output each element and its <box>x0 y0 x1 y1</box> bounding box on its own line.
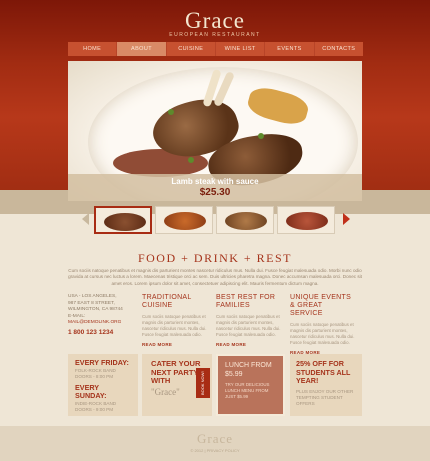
feature-text: Cum sociis natoque penatibus et magnis d… <box>290 322 355 345</box>
thumbnail[interactable] <box>94 206 152 234</box>
feature-title: UNIQUE EVENTS & GREAT SERVICE <box>290 294 352 317</box>
caption-title: Lamb steak with sauce <box>171 177 259 186</box>
phone-number: 1 800 123 1234 <box>68 328 114 336</box>
thumbnail[interactable] <box>155 206 213 234</box>
book-now-badge[interactable]: BOOK NOW! <box>196 368 210 398</box>
read-more-link[interactable]: READ MORE <box>216 342 282 347</box>
feature-title: BEST REST FOR FAMILIES <box>216 294 276 309</box>
hero-caption: Lamb steak with sauce $25.30 <box>68 174 362 201</box>
herb <box>168 109 174 115</box>
feature-title: TRADITIONAL CUISINE <box>142 294 192 309</box>
email-link[interactable]: MAIL@DEMOLINK.ORG <box>68 320 134 327</box>
logo-subtitle: EUROPEAN RESTAURANT <box>169 32 261 38</box>
nav-cuisine[interactable]: CUISINE <box>167 42 216 56</box>
sunday-title: EVERY SUNDAY: <box>75 382 107 400</box>
intro-text: Cum sociis natoque penatibus et magnis d… <box>68 268 362 286</box>
logo[interactable]: Grace <box>0 8 430 34</box>
thumbnail-food <box>225 212 267 230</box>
feature-traditional-cuisine: TRADITIONAL CUISINE Cum sociis natoque p… <box>142 294 208 347</box>
lunch-promo[interactable]: LUNCH FROM $5.99 TRY OUR DELICIOUS LUNCH… <box>216 354 285 416</box>
nav-about[interactable]: ABOUT <box>117 42 167 56</box>
thumbnail[interactable] <box>216 206 274 234</box>
students-title: 25% OFF FOR STUDENTS ALL YEAR! <box>296 359 351 385</box>
nav-wine-list[interactable]: WINE LIST <box>216 42 266 56</box>
prev-arrow-icon[interactable] <box>82 213 89 225</box>
tagline: FOOD + DRINK + REST <box>137 251 293 265</box>
footer-copyright[interactable]: © 2012 | PRIVACY POLICY <box>0 448 430 453</box>
feature-text: Cum sociis natoque penatibus et magnis d… <box>216 314 281 337</box>
friday-title: EVERY FRIDAY: <box>75 358 129 367</box>
next-arrow-icon[interactable] <box>343 213 350 225</box>
read-more-link[interactable]: READ MORE <box>142 342 208 347</box>
herb <box>188 157 194 163</box>
lunch-title: LUNCH FROM $5.99 <box>225 362 272 378</box>
sunday-time: DOORS - 9:00 PM <box>75 406 114 412</box>
nav-home[interactable]: HOME <box>68 42 118 56</box>
students-promo[interactable]: 25% OFF FOR STUDENTS ALL YEAR! PLUS ENJO… <box>290 354 362 416</box>
thumbnail-food <box>286 212 328 230</box>
footer-logo[interactable]: Grace <box>0 431 430 447</box>
thumbnail[interactable] <box>277 206 335 234</box>
address-block: USA - LOS ANGELES, 987 EAST 8 STREET, WI… <box>68 294 134 336</box>
friday-time: DOORS - 8:00 PM <box>75 373 114 379</box>
events-promo[interactable]: EVERY FRIDAY: FOLK-ROCK BAND DOORS - 8:0… <box>68 354 138 416</box>
feature-best-rest: BEST REST FOR FAMILIES Cum sociis natoqu… <box>216 294 282 347</box>
thumbnail-food <box>104 213 146 231</box>
lunch-text: TRY OUR DELICIOUS LUNCH MENU FROM JUST $… <box>225 382 270 399</box>
caption-price: $25.30 <box>199 187 231 198</box>
footer: Grace © 2012 | PRIVACY POLICY <box>0 426 430 461</box>
nav-contacts[interactable]: CONTACTS <box>315 42 363 56</box>
feature-text: Cum sociis natoque penatibus et magnis d… <box>142 314 207 337</box>
students-text: PLUS ENJOY OUR OTHER TEMPTING STUDENT OF… <box>296 388 354 406</box>
main-nav: HOME ABOUT CUISINE WINE LIST EVENTS CONT… <box>68 42 363 56</box>
feature-unique-events: UNIQUE EVENTS & GREAT SERVICE Cum sociis… <box>290 294 356 355</box>
herb <box>258 133 264 139</box>
nav-events[interactable]: EVENTS <box>265 42 315 56</box>
thumbnail-food <box>164 212 206 230</box>
